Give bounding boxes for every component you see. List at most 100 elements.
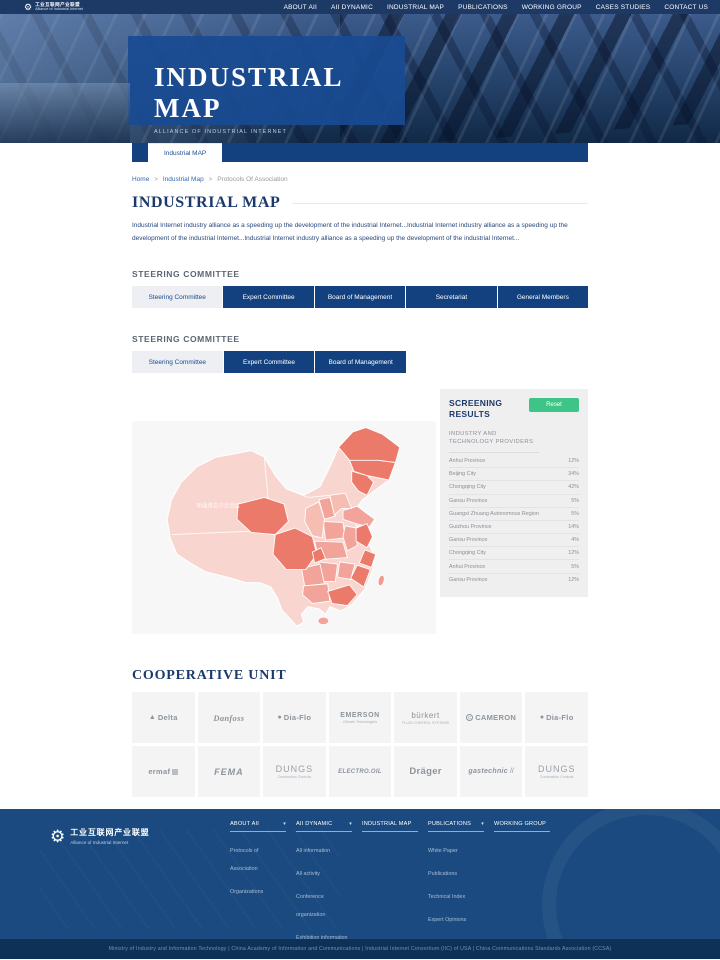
footer-link[interactable]: Protocols of Association <box>230 848 258 872</box>
page-description: Industrial Internet industry alliance as… <box>132 220 588 245</box>
partner-logo-diaflo[interactable]: ●Dia-Flo <box>525 692 588 743</box>
main-nav: ABOUT AII AII DYNAMIC INDUSTRIAL MAP PUB… <box>284 4 708 11</box>
screening-row[interactable]: Guizhou Province14% <box>449 521 579 534</box>
screening-results-panel: SCREENING RESULTS Reset INDUSTRY AND TEC… <box>440 389 588 597</box>
nav-publications[interactable]: PUBLICATIONS <box>458 4 508 11</box>
footer-link[interactable]: All information <box>296 848 330 854</box>
top-navbar: ⚙ 工业互联网产业联盟 Alliance of Industrial Inter… <box>0 0 720 14</box>
footer-link[interactable]: Expert Opinions <box>428 917 466 923</box>
screening-row[interactable]: Anhui Province5% <box>449 560 579 573</box>
breadcrumb: Home > Industrial Map > Protocols Of Ass… <box>132 176 588 183</box>
main-content: Home > Industrial Map > Protocols Of Ass… <box>132 176 588 797</box>
footer-logo: ⚙ 工业互联网产业联盟 Alliance of Industrial Inter… <box>50 827 149 845</box>
tab-secretariat[interactable]: Secretariat <box>405 286 496 308</box>
partner-organizations-text: Ministry of Industry and Information Tec… <box>109 946 612 952</box>
hero-title-panel: INDUSTRIAL MAP ALLIANCE OF INDUSTRIAL IN… <box>128 36 405 125</box>
screening-subtitle: INDUSTRY AND TECHNOLOGY PROVIDERS <box>449 430 539 453</box>
tab-steering-committee[interactable]: Steering Committee <box>132 351 223 373</box>
nav-cases-studies[interactable]: CASES STUDIES <box>596 4 651 11</box>
hero-subtitle: ALLIANCE OF INDUSTRIAL INTERNET <box>154 129 405 135</box>
footer-col-about-aii: ABOUT AII▾ Protocols of Association Orga… <box>230 821 286 939</box>
footer-link[interactable]: Technical Index <box>428 894 465 900</box>
map-region-label: 新疆维吾尔自治区 <box>197 502 241 510</box>
footer-link[interactable]: Conference organization <box>296 894 325 918</box>
screening-row[interactable]: Anhui Province12% <box>449 455 579 468</box>
footer-logo-cn: 工业互联网产业联盟 <box>70 827 149 838</box>
nav-industrial-map[interactable]: INDUSTRIAL MAP <box>387 4 444 11</box>
screening-row[interactable]: Gansu Province4% <box>449 534 579 547</box>
committee-tabs-1: Steering Committee Expert Committee Boar… <box>132 286 588 308</box>
partner-logo-dungs[interactable]: DUNGSCombustion Controls <box>263 746 326 797</box>
partner-logo-ermaf[interactable]: ermaf <box>132 746 195 797</box>
china-map-svg: 新疆维吾尔自治区 <box>158 421 410 634</box>
map-and-results: 新疆维吾尔自治区 SCREENING RESULTS Reset INDUSTR… <box>132 389 588 634</box>
gear-logo-icon: ⚙ <box>50 828 65 845</box>
footer-columns-row1: ABOUT AII▾ Protocols of Association Orga… <box>230 821 720 939</box>
partner-logo-burkert[interactable]: bürkertFLUID CONTROL SYSTEMS <box>394 692 457 743</box>
screening-title: SCREENING RESULTS <box>449 398 509 419</box>
chevron-down-icon: ▾ <box>283 821 286 827</box>
committee-tabs-2: Steering Committee Expert Committee Boar… <box>132 351 406 373</box>
nav-about-aii[interactable]: ABOUT AII <box>284 4 317 11</box>
footer-link[interactable]: Publications <box>428 871 457 877</box>
title-divider <box>292 203 588 204</box>
tab-steering-committee[interactable]: Steering Committee <box>132 286 222 308</box>
nav-contact-us[interactable]: CONTACT US <box>664 4 708 11</box>
footer-col-aii-dynamic: AII DYNAMIC▾ All information All activit… <box>296 821 352 939</box>
partner-logo-delta[interactable]: ▲Delta <box>132 692 195 743</box>
partner-logo-gastechnic[interactable]: gastechnic// <box>460 746 523 797</box>
screening-row[interactable]: Chongqing City42% <box>449 481 579 494</box>
tab-general-members[interactable]: General Members <box>497 286 588 308</box>
partner-logo-electro-oil[interactable]: ELECTRO.OIL <box>329 746 392 797</box>
breadcrumb-separator: > <box>154 177 158 183</box>
ermaf-square-icon <box>172 769 178 775</box>
cameron-c-icon: C <box>466 714 473 721</box>
footer-link[interactable]: Exhibition information <box>296 935 348 939</box>
china-choropleth-map[interactable]: 新疆维吾尔自治区 <box>132 421 436 634</box>
footer-logo-en: Alliance of Industrial Internet <box>70 840 149 845</box>
chevron-down-icon: ▾ <box>481 821 484 827</box>
nav-aii-dynamic[interactable]: AII DYNAMIC <box>331 4 373 11</box>
screening-row[interactable]: Beijing City34% <box>449 468 579 481</box>
footer-bottom-bar: Ministry of Industry and Information Tec… <box>0 939 720 959</box>
footer-link[interactable]: Organizations <box>230 889 263 895</box>
screening-row[interactable]: Gansu Province5% <box>449 495 579 508</box>
screening-list: Anhui Province12% Beijing City34% Chongq… <box>449 455 579 587</box>
partner-logo-diaflo[interactable]: ●Dia-Flo <box>263 692 326 743</box>
tab-board-of-management[interactable]: Board of Management <box>314 286 405 308</box>
partner-logo-cameron[interactable]: CCAMERON <box>460 692 523 743</box>
breadcrumb-industrial-map[interactable]: Industrial Map <box>163 176 204 183</box>
tab-expert-committee[interactable]: Expert Committee <box>223 351 315 373</box>
nav-working-group[interactable]: WORKING GROUP <box>522 4 582 11</box>
tab-expert-committee[interactable]: Expert Committee <box>222 286 313 308</box>
hero-banner: INDUSTRIAL MAP ALLIANCE OF INDUSTRIAL IN… <box>0 14 720 143</box>
page-tabstrip: Industrial MAP <box>0 143 720 162</box>
tab-board-of-management[interactable]: Board of Management <box>314 351 406 373</box>
delta-triangle-icon: ▲ <box>149 714 156 721</box>
screening-row[interactable]: Guangxi Zhuang Autonomous Region5% <box>449 508 579 521</box>
partner-logo-danfoss[interactable]: Danfoss <box>198 692 261 743</box>
tabstrip-bar: Industrial MAP <box>132 143 588 162</box>
header-logo[interactable]: ⚙ 工业互联网产业联盟 Alliance of Industrial Inter… <box>24 3 83 12</box>
cooperative-unit-title: COOPERATIVE UNIT <box>132 668 588 684</box>
section-heading: STEERING COMMITTEE <box>132 334 588 344</box>
breadcrumb-home[interactable]: Home <box>132 176 149 183</box>
partner-logo-fema[interactable]: FEMA <box>198 746 261 797</box>
reset-button[interactable]: Reset <box>529 398 579 412</box>
partner-logo-dungs[interactable]: DUNGSCombustion Controls <box>525 746 588 797</box>
screening-row[interactable]: Chongqing City12% <box>449 547 579 560</box>
hero-title: INDUSTRIAL MAP <box>154 62 405 124</box>
screening-row[interactable]: Gansu Province12% <box>449 574 579 587</box>
footer-col-working-group: WORKING GROUP <box>494 821 550 939</box>
partner-logo-grid: ▲Delta Danfoss ●Dia-Flo EMERSONClimate T… <box>132 692 588 797</box>
partner-logo-draeger[interactable]: Dräger <box>394 746 457 797</box>
footer-col-industrial-map: INDUSTRIAL MAP <box>362 821 418 939</box>
footer-link[interactable]: White Paper <box>428 848 458 854</box>
footer-link[interactable]: All activity <box>296 871 320 877</box>
breadcrumb-current: Protocols Of Association <box>217 176 287 183</box>
tab-industrial-map[interactable]: Industrial MAP <box>148 143 222 162</box>
committee-section-2: STEERING COMMITTEE Steering Committee Ex… <box>132 334 588 373</box>
partner-logo-emerson[interactable]: EMERSONClimate Technologies <box>329 692 392 743</box>
page-title: INDUSTRIAL MAP <box>132 194 280 212</box>
brand-name-en: Alliance of Industrial Internet <box>35 7 83 11</box>
